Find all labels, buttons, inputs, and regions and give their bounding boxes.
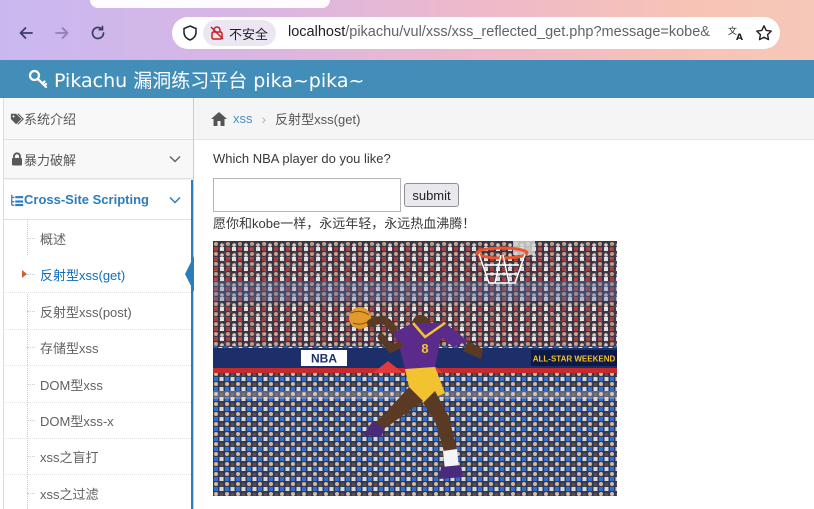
breadcrumb: xss › 反射型xss(get) <box>194 98 814 140</box>
chevron-down-icon <box>169 196 181 204</box>
security-chip[interactable]: 不安全 <box>203 20 277 46</box>
chevron-down-icon <box>169 155 181 163</box>
url-path: /pikachu/vul/xss/xss_reflected_get.php?m… <box>345 24 710 40</box>
submenu-item-overview[interactable]: 概述 <box>4 220 193 257</box>
browser-chrome: 不安全 localhost/pikachu/vul/xss/xss_reflec… <box>0 0 814 60</box>
site-info-icon[interactable] <box>180 23 200 43</box>
lock-icon <box>4 152 24 166</box>
sidebar-item-xss[interactable]: Cross-Site Scripting <box>4 180 193 220</box>
submenu-item-stored[interactable]: 存储型xss <box>4 329 193 366</box>
site-brand[interactable]: Pikachu 漏洞练习平台 pika~pika~ <box>28 66 364 93</box>
submenu-item-blind[interactable]: xss之盲打 <box>4 438 193 475</box>
breadcrumb-link-xss[interactable]: xss <box>233 111 253 126</box>
breadcrumb-separator-icon: › <box>261 110 267 127</box>
caret-right-icon <box>22 270 27 278</box>
security-label: 不安全 <box>229 26 269 42</box>
submenu-item-dom[interactable]: DOM型xss <box>4 366 193 403</box>
message-input[interactable] <box>213 178 401 212</box>
jersey-number: 8 <box>421 341 428 356</box>
list-tree-icon <box>4 193 24 207</box>
reload-icon <box>91 25 105 40</box>
forward-arrow-icon <box>55 27 69 39</box>
xss-submenu: 概述 反射型xss(get) 反射型xss(post) 存储型xss DOM型x… <box>4 220 194 509</box>
breadcrumb-current: 反射型xss(get) <box>275 112 361 127</box>
allstar-banner: ALL-STAR WEEKEND <box>531 350 617 366</box>
submenu-item-label: 概述 <box>40 231 67 247</box>
submenu-item-reflected-post[interactable]: 反射型xss(post) <box>4 293 193 330</box>
sidebar-item-intro[interactable]: 系统介绍 <box>4 98 193 140</box>
submit-button[interactable]: submit <box>404 183 459 207</box>
active-tab[interactable] <box>90 0 330 8</box>
submenu-item-label: 存储型xss <box>40 340 99 356</box>
submenu-item-label: 反射型xss(get) <box>40 267 126 283</box>
site-title: Pikachu 漏洞练习平台 pika~pika~ <box>54 69 365 92</box>
sidebar-item-label: Cross-Site Scripting <box>24 192 149 207</box>
submenu-item-label: DOM型xss-x <box>40 413 114 429</box>
sidebar-item-label: 系统介绍 <box>24 112 77 127</box>
back-arrow-icon <box>19 27 33 39</box>
address-bar[interactable]: 不安全 localhost/pikachu/vul/xss/xss_reflec… <box>172 17 780 49</box>
key-icon <box>28 69 48 89</box>
active-section-bar <box>191 180 193 509</box>
translate-icon[interactable]: 文A <box>726 23 746 43</box>
submenu-item-label: DOM型xss <box>40 377 103 393</box>
banner-allstar-text: ALL-STAR WEEKEND <box>533 355 616 364</box>
submenu-item-filter[interactable]: xss之过滤 <box>4 475 193 509</box>
result-message: 愿你和kobe一样，永远年轻，永远热血沸腾！ <box>213 216 476 231</box>
sidebar-item-label: 暴力破解 <box>24 152 77 168</box>
url-text[interactable]: localhost/pikachu/vul/xss/xss_reflected_… <box>288 24 720 40</box>
submenu-item-dom-x[interactable]: DOM型xss-x <box>4 402 193 439</box>
kobe-dunk-image: NBA ALL-STAR WEEKEND 8 <box>213 241 617 496</box>
submenu-item-label: xss之盲打 <box>40 449 99 465</box>
back-button[interactable] <box>12 19 40 47</box>
sidebar-item-bruteforce[interactable]: 暴力破解 <box>4 140 193 179</box>
submenu-item-reflected-get[interactable]: 反射型xss(get) <box>4 256 194 293</box>
submenu-item-label: 反射型xss(post) <box>40 304 132 320</box>
not-secure-lock-icon <box>210 26 224 40</box>
question-label: Which NBA player do you like? <box>213 151 391 166</box>
reload-button[interactable] <box>84 19 112 47</box>
home-icon[interactable] <box>210 111 228 127</box>
url-host: localhost <box>288 24 346 40</box>
bookmark-star-icon[interactable] <box>754 23 774 43</box>
site-header: Pikachu 漏洞练习平台 pika~pika~ <box>0 60 814 98</box>
svg-text:A: A <box>736 33 743 42</box>
forward-button[interactable] <box>48 19 76 47</box>
submenu-item-label: xss之过滤 <box>40 486 99 502</box>
nba-banner: NBA <box>301 350 347 366</box>
tags-icon <box>4 112 24 126</box>
banner-nba-text: NBA <box>311 352 337 366</box>
